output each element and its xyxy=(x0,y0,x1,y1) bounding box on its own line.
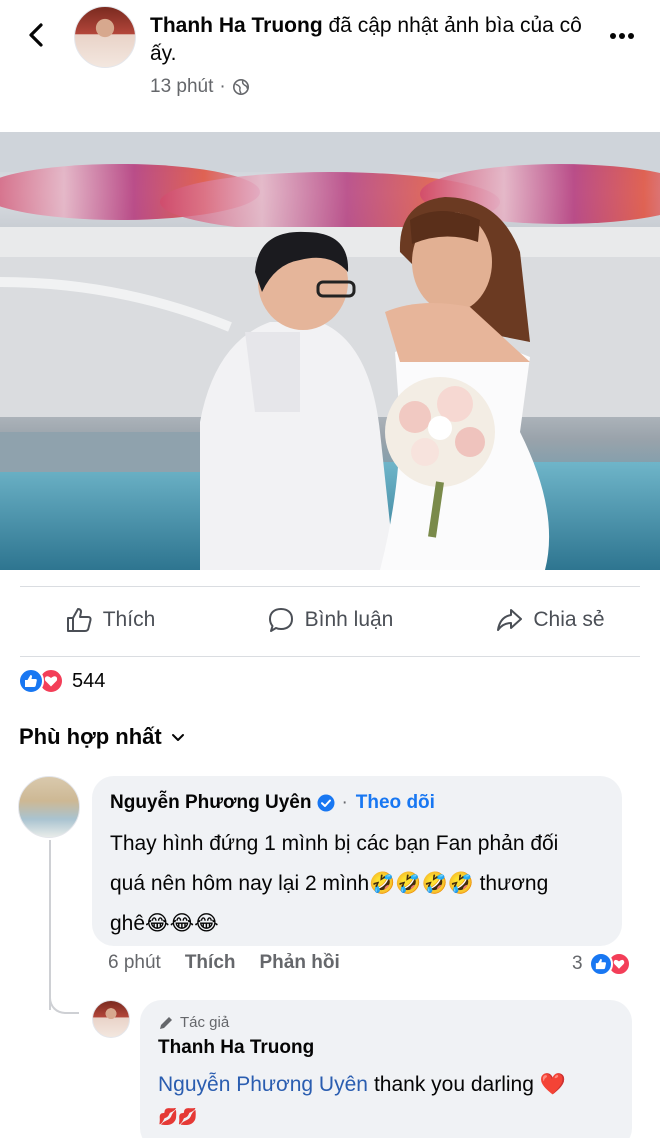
thread-connector xyxy=(49,990,79,1014)
comment-reaction-count: 3 xyxy=(572,953,583,974)
cover-photo[interactable] xyxy=(0,132,660,570)
globe-icon xyxy=(232,78,249,96)
heart-emoji-icon: ❤️ xyxy=(539,1073,567,1096)
comment-label: Bình luận xyxy=(304,608,394,631)
post-time[interactable]: 13 phút xyxy=(150,76,213,98)
like-reaction-icon xyxy=(588,952,613,976)
comment-text-line: ghê😂😂😂 xyxy=(110,912,219,935)
comment-meta: 6 phút Thích Phản hồi xyxy=(108,952,340,974)
author-name[interactable]: Thanh Ha Truong xyxy=(150,14,323,37)
comment-icon xyxy=(268,608,293,632)
share-label: Chia sẻ xyxy=(533,608,605,631)
like-label: Thích xyxy=(102,608,156,631)
comment-bubble: Nguyễn Phương Uyên · Theo dõi Thay hình … xyxy=(92,776,622,946)
mention-link[interactable]: Nguyễn Phương Uyên xyxy=(158,1071,368,1099)
sort-label: Phù hợp nhất xyxy=(19,724,162,749)
post-header: Thanh Ha Truong đã cập nhật ảnh bìa của … xyxy=(0,0,660,120)
thread-line xyxy=(49,840,51,1010)
chevron-down-icon xyxy=(171,734,184,741)
comment-reply-button[interactable]: Phản hồi xyxy=(260,952,340,974)
comment-button[interactable]: Bình luận xyxy=(220,596,440,644)
share-icon xyxy=(497,609,523,631)
pencil-icon xyxy=(160,1016,172,1029)
comment-text-line: Thay hình đứng 1 mình bị các bạn Fan phả… xyxy=(110,832,559,855)
comment-sort-dropdown[interactable]: Phù hợp nhất xyxy=(19,724,186,750)
reply-bubble: Tác giả Thanh Ha Truong Nguyễn Phương Uy… xyxy=(140,1000,632,1138)
post-actions: Thích Bình luận Chia sẻ xyxy=(0,596,660,644)
comment-like-button[interactable]: Thích xyxy=(185,952,236,974)
more-dots-icon[interactable] xyxy=(608,24,636,48)
follow-button[interactable]: Theo dõi xyxy=(356,792,435,814)
reply-author-avatar[interactable] xyxy=(92,1000,130,1038)
comment-text: Thay hình đứng 1 mình bị các bạn Fan phả… xyxy=(110,824,604,944)
divider xyxy=(20,656,640,657)
divider xyxy=(20,586,640,587)
header-separator: · xyxy=(341,792,348,813)
post-meta: 13 phút · xyxy=(150,76,250,98)
comment-time[interactable]: 6 phút xyxy=(108,952,161,974)
author-badge-label: Tác giả xyxy=(180,1014,230,1031)
commenter-avatar[interactable] xyxy=(18,776,80,838)
cover-photo-illustration xyxy=(0,132,660,570)
meta-separator: · xyxy=(219,76,226,97)
comment-reaction-summary[interactable]: 3 xyxy=(572,952,631,976)
commenter-name[interactable]: Nguyễn Phương Uyên xyxy=(110,792,311,814)
share-button[interactable]: Chia sẻ xyxy=(440,596,660,644)
chevron-left-icon[interactable] xyxy=(22,20,52,50)
reaction-count: 544 xyxy=(72,669,106,692)
reply-message: thank you darling xyxy=(373,1073,534,1096)
reply-text: Nguyễn Phương Uyên thank you darling ❤️ xyxy=(158,1071,614,1099)
thumbs-up-icon xyxy=(66,608,92,632)
comment-text-line: quá nên hôm nay lại 2 mình🤣🤣🤣🤣 thương xyxy=(110,872,549,895)
post-headline: Thanh Ha Truong đã cập nhật ảnh bìa của … xyxy=(150,12,590,68)
reply-author-name[interactable]: Thanh Ha Truong xyxy=(158,1037,614,1059)
author-avatar[interactable] xyxy=(74,6,136,68)
like-button[interactable]: Thích xyxy=(0,596,220,644)
verified-badge-icon xyxy=(317,794,335,812)
author-badge: Tác giả xyxy=(158,1014,614,1031)
comment-header: Nguyễn Phương Uyên · Theo dõi xyxy=(110,792,604,814)
like-reaction-icon xyxy=(18,668,44,694)
reply-emoji-line: 💋💋 xyxy=(158,1109,198,1126)
reaction-summary[interactable]: 544 xyxy=(18,666,105,696)
